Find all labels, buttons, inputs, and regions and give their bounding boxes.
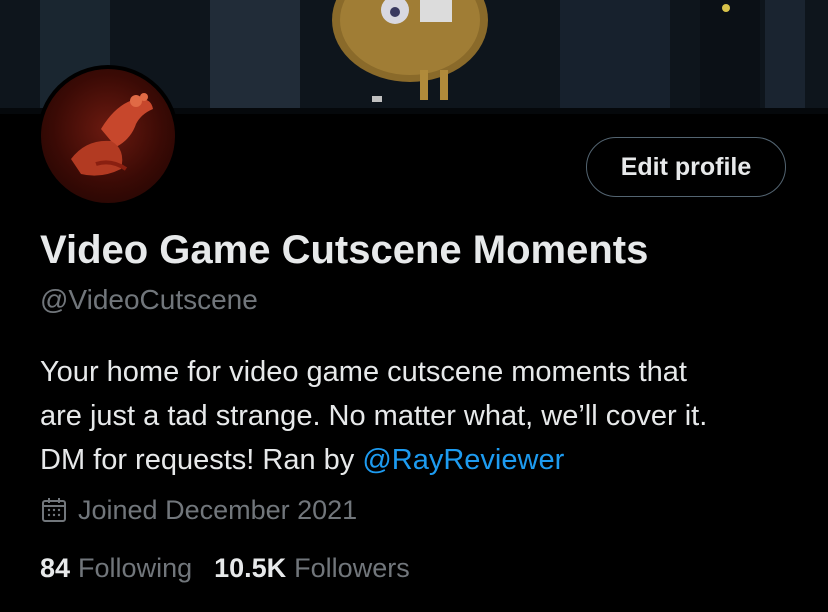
bio-line-3: DM for requests! Ran by @RayReviewer xyxy=(40,438,800,482)
bio-line-3-text: DM for requests! Ran by xyxy=(40,444,363,476)
edit-profile-button[interactable]: Edit profile xyxy=(586,137,786,197)
followers-label: Followers xyxy=(294,552,410,583)
profile-stats: 84 Following 10.5K Followers xyxy=(40,550,432,586)
followers-count: 10.5K xyxy=(214,552,287,583)
calendar-icon xyxy=(40,496,68,524)
followers-link[interactable]: 10.5K Followers xyxy=(214,553,410,584)
avatar[interactable] xyxy=(41,69,175,203)
bio-line-2: are just a tad strange. No matter what, … xyxy=(40,400,708,432)
mention-link[interactable]: @RayReviewer xyxy=(362,444,564,476)
profile-handle: @VideoCutscene xyxy=(40,284,258,315)
profile-display-name: Video Game Cutscene Moments xyxy=(40,228,649,272)
following-link[interactable]: 84 Following xyxy=(40,553,192,584)
avatar-frame xyxy=(37,65,179,207)
following-label: Following xyxy=(78,552,193,583)
bio-line-1: Your home for video game cutscene moment… xyxy=(40,356,687,388)
following-count: 84 xyxy=(40,552,71,583)
joined-date: Joined December 2021 xyxy=(40,492,357,528)
joined-text: Joined December 2021 xyxy=(78,494,358,525)
profile-bio: Your home for video game cutscene moment… xyxy=(40,350,800,482)
